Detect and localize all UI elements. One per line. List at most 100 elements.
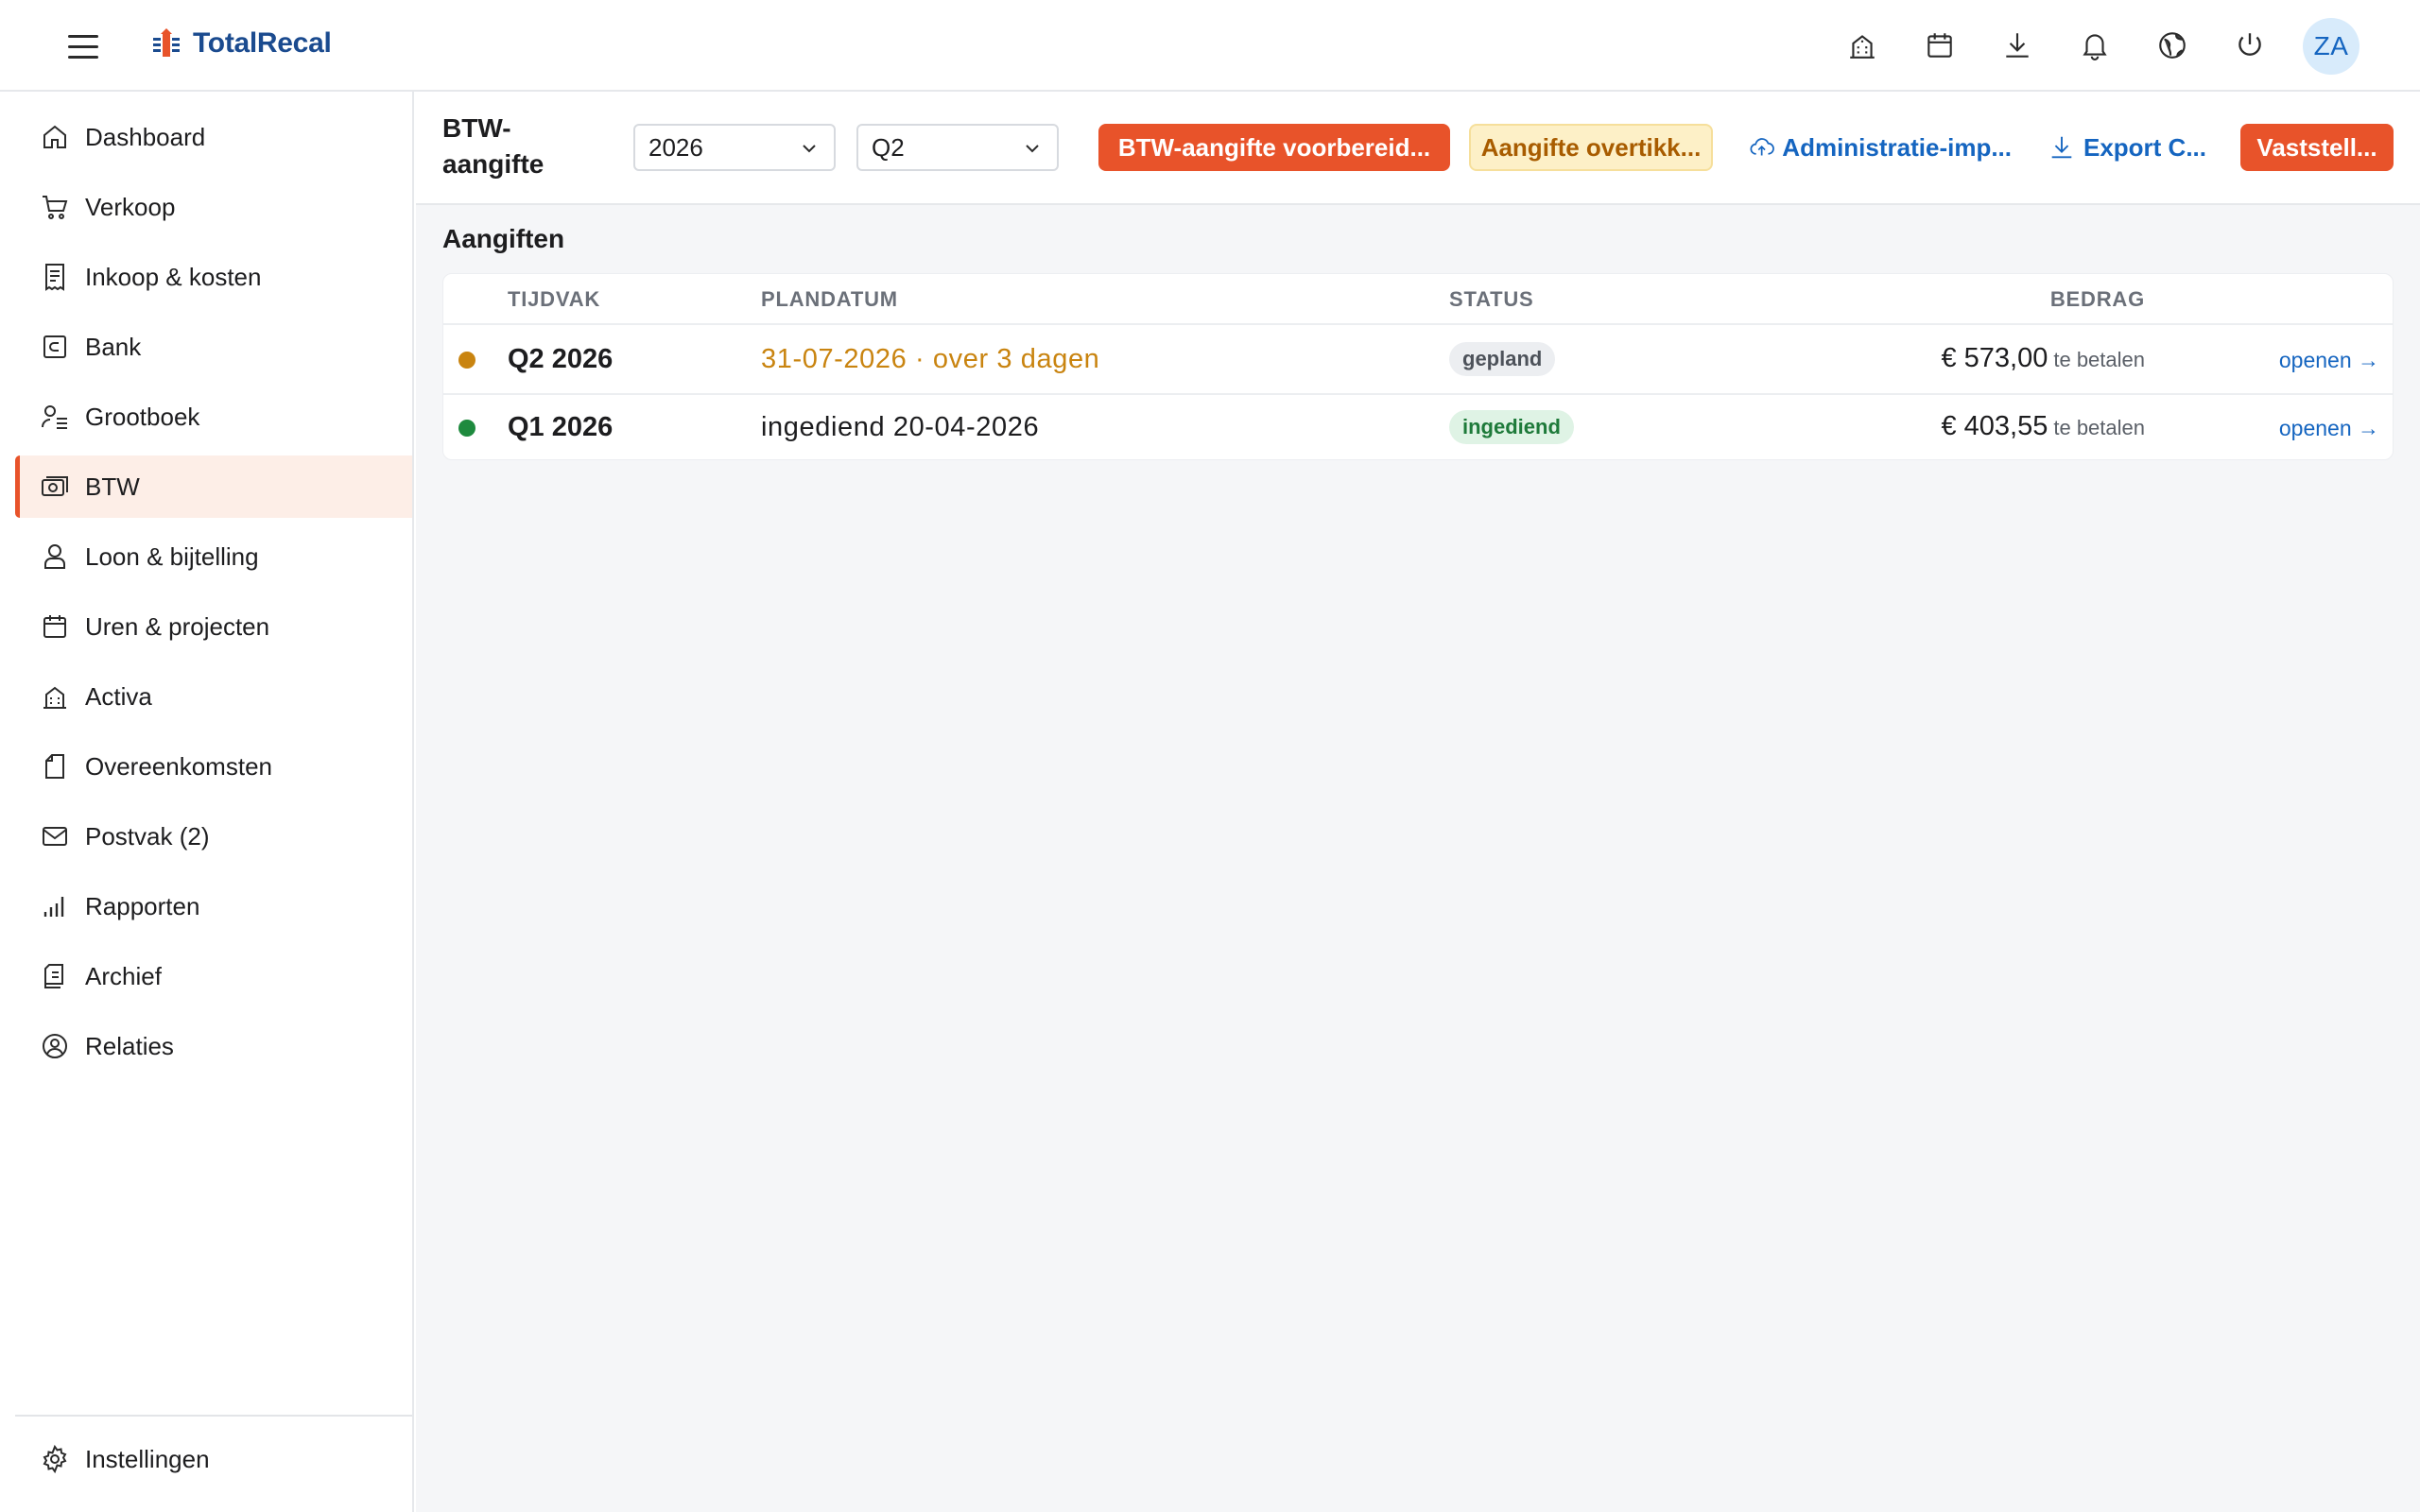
person-icon <box>40 541 70 572</box>
column-header-period: TIJDVAK <box>508 287 601 311</box>
main-content: BTW-aangifte 2026 Q2 BTW-aangifte voorbe… <box>416 92 2420 1512</box>
open-link[interactable]: openen → <box>2279 348 2379 373</box>
sidebar-item-label: Instellingen <box>85 1444 210 1473</box>
row-date: ingediend 20-04-2026 <box>761 412 1040 442</box>
table-row[interactable]: Q1 2026 ingediend 20-04-2026 ingediend €… <box>443 393 2393 461</box>
sidebar-item-bank[interactable]: Bank <box>15 316 412 378</box>
sidebar-item-label: Bank <box>85 332 142 361</box>
sidebar-item-label: Loon & bijtelling <box>85 541 259 571</box>
sidebar-item-dashboard[interactable]: Dashboard <box>15 106 412 168</box>
amount-value: € 403,55 <box>1941 411 2048 441</box>
page-title: BTW-aangifte <box>442 113 544 179</box>
status-dot <box>458 352 475 369</box>
amount-suffix: te betalen <box>2053 416 2145 439</box>
brand-name: TotalRecal <box>193 27 332 59</box>
sidebar-item-label: Grootboek <box>85 402 200 431</box>
toolbar: BTW-aangifte 2026 Q2 BTW-aangifte voorbe… <box>416 92 2420 205</box>
export-label: Export C... <box>2083 132 2206 162</box>
sidebar-item-label: Uren & projecten <box>85 611 270 641</box>
sidebar-item-rapporten[interactable]: Rapporten <box>15 875 412 937</box>
sidebar-item-label: Activa <box>85 681 152 711</box>
row-amount: € 403,55 te betalen <box>1941 411 2145 442</box>
sidebar-item-label: BTW <box>85 472 140 501</box>
sidebar-item-verkoop[interactable]: Verkoop <box>15 176 412 238</box>
sidebar-item-activa[interactable]: Activa <box>15 665 412 728</box>
row-period: Q1 2026 <box>508 412 614 442</box>
column-header-status: STATUS <box>1449 287 1534 311</box>
contact-icon <box>40 1031 70 1061</box>
avatar[interactable]: ZA <box>2303 18 2360 75</box>
sidebar-item-label: Rapporten <box>85 891 200 920</box>
sidebar-item-relaties[interactable]: Relaties <box>15 1015 412 1077</box>
sidebar-item-btw[interactable]: BTW <box>15 455 412 518</box>
sidebar-item-archief[interactable]: Archief <box>15 945 412 1007</box>
power-icon[interactable] <box>2231 26 2269 64</box>
archive-icon <box>40 961 70 991</box>
mail-icon <box>40 821 70 851</box>
column-header-amount: BEDRAG <box>2049 287 2145 311</box>
money-icon <box>40 472 70 502</box>
chevron-down-icon <box>803 145 816 153</box>
ledger-icon <box>40 402 70 432</box>
row-amount: € 573,00 te betalen <box>1941 343 2145 374</box>
row-period: Q2 2026 <box>508 344 614 374</box>
cloud-upload-icon <box>1750 138 1774 156</box>
receipt-icon <box>40 262 70 292</box>
menu-icon[interactable] <box>68 28 106 64</box>
sidebar-item-loon[interactable]: Loon & bijtelling <box>15 525 412 588</box>
sidebar-item-label: Relaties <box>85 1031 174 1060</box>
sidebar-item-label: Inkoop & kosten <box>85 262 262 291</box>
sidebar-item-grootboek[interactable]: Grootboek <box>15 386 412 448</box>
quarter-select-value: Q2 <box>872 132 905 162</box>
table-row[interactable]: Q2 2026 31-07-2026 · over 3 dagen geplan… <box>443 325 2393 393</box>
import-administration-button[interactable]: Administratie-imp... <box>1743 124 2017 171</box>
cart-icon <box>40 192 70 222</box>
sidebar-item-inkoop[interactable]: Inkoop & kosten <box>15 246 412 308</box>
buildings-icon <box>40 681 70 712</box>
buildings-icon[interactable] <box>1843 26 1881 64</box>
sidebar-divider <box>15 1415 412 1417</box>
status-badge: gepland <box>1449 342 1556 376</box>
sidebar-item-label: Postvak (2) <box>85 821 210 850</box>
section-title: Aangiften <box>442 224 565 253</box>
logo-icon <box>153 28 180 57</box>
amount-value: € 573,00 <box>1941 343 2048 373</box>
globe-icon[interactable] <box>2153 26 2191 64</box>
brand[interactable]: TotalRecal <box>149 26 332 60</box>
open-link[interactable]: openen → <box>2279 416 2379 441</box>
chevron-down-icon <box>1026 145 1039 153</box>
sidebar-item-overeenkomsten[interactable]: Overeenkomsten <box>15 735 412 798</box>
row-date: 31-07-2026 · over 3 dagen <box>761 344 1100 374</box>
column-header-date: PLANDATUM <box>761 287 898 311</box>
amount-suffix: te betalen <box>2053 348 2145 371</box>
gear-icon <box>40 1444 70 1474</box>
export-button[interactable]: Export C... <box>2042 124 2212 171</box>
sidebar: Dashboard Verkoop Inkoop & kosten Bank G… <box>0 92 414 1512</box>
download-icon <box>2051 136 2072 159</box>
status-badge: ingediend <box>1449 410 1574 444</box>
year-select-value: 2026 <box>648 132 703 162</box>
bell-icon[interactable] <box>2076 26 2114 64</box>
home-icon <box>40 122 70 152</box>
calendar-icon <box>40 611 70 642</box>
top-bar: TotalRecal ZA <box>0 0 2420 92</box>
review-return-button[interactable]: Aangifte overtikk... <box>1469 124 1713 171</box>
sidebar-item-instellingen[interactable]: Instellingen <box>15 1428 412 1490</box>
document-icon <box>40 751 70 782</box>
year-select[interactable]: 2026 <box>633 124 836 171</box>
calendar-icon[interactable] <box>1921 26 1959 64</box>
sidebar-item-label: Archief <box>85 961 162 990</box>
finalize-button[interactable]: Vaststell... <box>2240 124 2394 171</box>
download-icon[interactable] <box>1998 26 2036 64</box>
sidebar-item-postvak[interactable]: Postvak (2) <box>15 805 412 868</box>
sidebar-item-uren[interactable]: Uren & projecten <box>15 595 412 658</box>
sidebar-item-label: Overeenkomsten <box>85 751 272 781</box>
returns-table: TIJDVAK PLANDATUM STATUS BEDRAG Q2 2026 … <box>442 273 2394 460</box>
sidebar-item-label: Verkoop <box>85 192 176 221</box>
import-administration-label: Administratie-imp... <box>1782 132 2012 162</box>
quarter-select[interactable]: Q2 <box>856 124 1059 171</box>
status-dot <box>458 420 475 437</box>
bank-card-icon <box>40 332 70 362</box>
bar-chart-icon <box>40 891 70 921</box>
prepare-return-button[interactable]: BTW-aangifte voorbereid... <box>1098 124 1450 171</box>
